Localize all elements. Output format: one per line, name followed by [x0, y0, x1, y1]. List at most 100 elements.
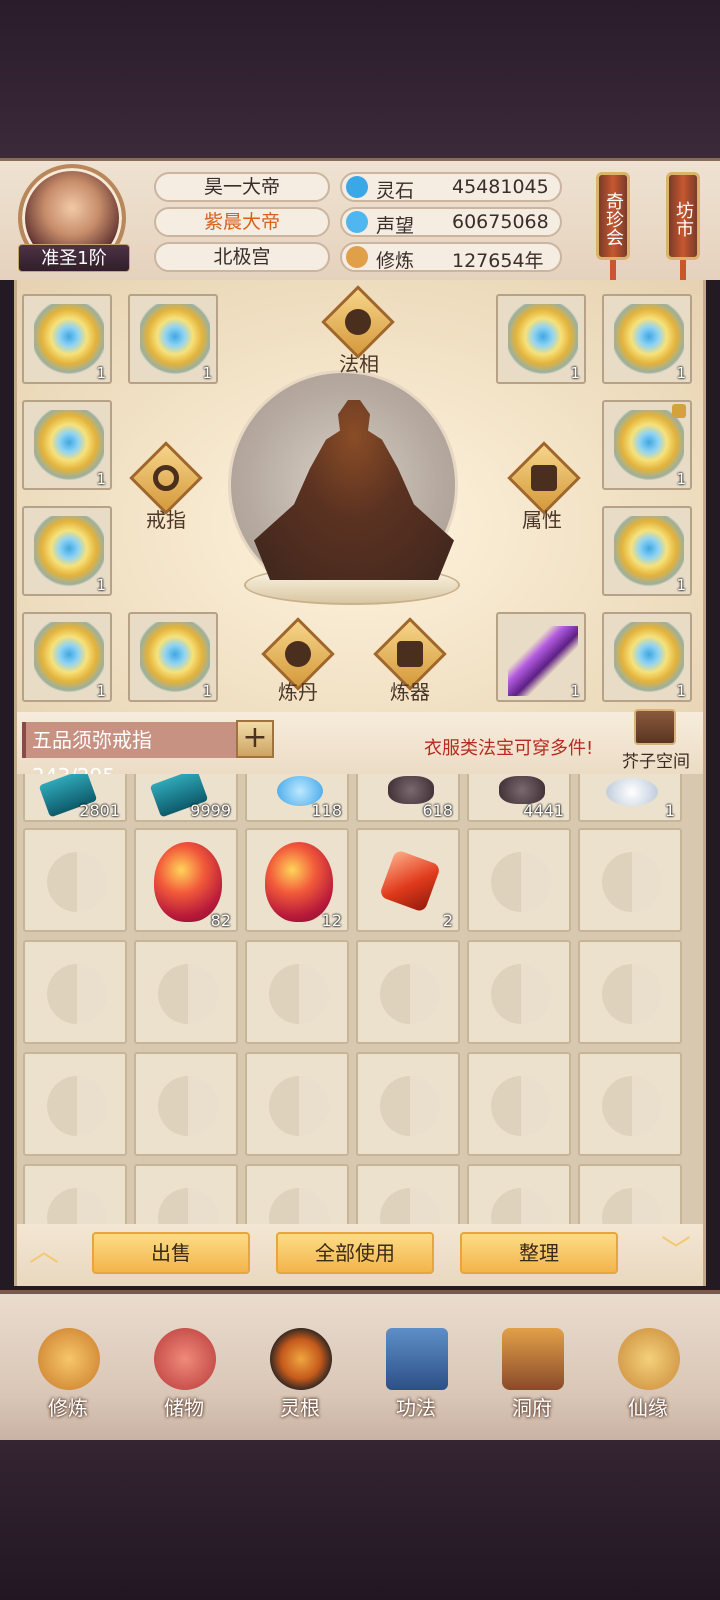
gourd-icon: [618, 1328, 680, 1390]
armor-icon: [140, 304, 210, 376]
inventory-cell-empty[interactable]: [467, 828, 571, 932]
yin-yang-icon: [47, 964, 107, 1024]
inventory-cell-empty[interactable]: [356, 940, 460, 1044]
inventory-cell-empty[interactable]: [356, 1052, 460, 1156]
chevron-up-icon[interactable]: ︿: [22, 1237, 66, 1267]
inventory-cell-empty[interactable]: [245, 1164, 349, 1224]
pouch-icon: [154, 1328, 216, 1390]
nav-storage[interactable]: 储物: [134, 1320, 234, 1430]
inventory-grid: 2801 9999 118 618 4441 1 82 12 2: [14, 774, 706, 1224]
inventory-cell-empty[interactable]: [578, 828, 682, 932]
equip-slot[interactable]: 1: [22, 612, 112, 702]
nav-destiny[interactable]: 仙缘: [598, 1320, 698, 1430]
treasure-fair-button[interactable]: 奇珍会: [596, 172, 630, 260]
ore-icon: [388, 776, 434, 804]
sort-button[interactable]: 整理: [460, 1232, 618, 1274]
inventory-cell-empty[interactable]: [356, 1164, 460, 1224]
equip-slot[interactable]: 1: [22, 294, 112, 384]
inventory-cell[interactable]: 4441: [467, 774, 571, 822]
nav-spirit-root[interactable]: 灵根: [250, 1320, 350, 1430]
lock-icon: [672, 404, 686, 418]
inventory-cell-empty[interactable]: [245, 940, 349, 1044]
equip-slot[interactable]: 1: [128, 612, 218, 702]
equip-slot[interactable]: 1: [602, 506, 692, 596]
equip-slot-weapon[interactable]: 1: [496, 612, 586, 702]
inventory-cell[interactable]: 2801: [23, 774, 127, 822]
yin-yang-icon: [491, 1076, 551, 1136]
inventory-cell-empty[interactable]: [578, 1052, 682, 1156]
equip-slot[interactable]: 1: [22, 400, 112, 490]
inventory-cell-empty[interactable]: [467, 1052, 571, 1156]
yin-yang-icon: [602, 1188, 662, 1224]
phoenix-egg-icon: [154, 842, 222, 922]
nav-cultivation[interactable]: 修炼: [18, 1320, 118, 1430]
chest-icon: [634, 709, 676, 745]
yin-yang-icon: [491, 1188, 551, 1224]
name-row-3[interactable]: 北极宫: [154, 242, 330, 272]
mustard-space-button[interactable]: 芥子空间: [620, 705, 692, 772]
sell-button[interactable]: 出售: [92, 1232, 250, 1274]
inventory-cell-empty[interactable]: [23, 1164, 127, 1224]
armor-icon: [34, 516, 104, 588]
equip-slot[interactable]: 1: [602, 612, 692, 702]
yin-yang-icon: [380, 964, 440, 1024]
name-row-2[interactable]: 紫晨大帝: [154, 207, 330, 237]
inventory-cell-empty[interactable]: [134, 1052, 238, 1156]
nav-techniques[interactable]: 功法: [366, 1320, 466, 1430]
inventory-cell[interactable]: 12: [245, 828, 349, 932]
inventory-cell-empty[interactable]: [245, 1052, 349, 1156]
yin-yang-icon: [491, 852, 551, 912]
yin-yang-icon: [602, 964, 662, 1024]
armor-icon: [614, 622, 684, 694]
alchemy-label: 炼丹: [278, 680, 318, 704]
inventory-cell-empty[interactable]: [23, 940, 127, 1044]
inventory-cell-empty[interactable]: [578, 1164, 682, 1224]
use-all-button[interactable]: 全部使用: [276, 1232, 434, 1274]
nav-cave-mansion[interactable]: 洞府: [482, 1320, 582, 1430]
phoenix-egg-icon: [265, 842, 333, 922]
name-row-1[interactable]: 昊一大帝: [154, 172, 330, 202]
expand-ring-button[interactable]: +: [236, 720, 274, 758]
clothing-hint: 衣服类法宝可穿多件!: [424, 738, 594, 759]
inventory-cell[interactable]: 2: [356, 828, 460, 932]
armor-icon: [614, 516, 684, 588]
stat-spirit-stone: 灵石 45481045: [340, 172, 562, 202]
spirit-root-icon: [270, 1328, 332, 1390]
equip-slot[interactable]: 1: [496, 294, 586, 384]
armor-icon: [614, 304, 684, 376]
inventory-cell[interactable]: 9999: [134, 774, 238, 822]
equip-slot[interactable]: 1: [22, 506, 112, 596]
palace-icon: [502, 1328, 564, 1390]
ring-label: 戒指: [146, 508, 186, 532]
inventory-cell[interactable]: 618: [356, 774, 460, 822]
inventory-cell-empty[interactable]: [23, 828, 127, 932]
inventory-cell[interactable]: 82: [134, 828, 238, 932]
inventory-cell-empty[interactable]: [578, 940, 682, 1044]
rank-badge: 准圣1阶: [18, 244, 130, 272]
spirit-stone-icon: [346, 176, 368, 198]
equip-slot[interactable]: 1: [602, 294, 692, 384]
inventory-cell[interactable]: 118: [245, 774, 349, 822]
bottom-decoration: [0, 1440, 720, 1600]
anvil-icon: [397, 641, 423, 667]
inventory-cell-empty[interactable]: [467, 1164, 571, 1224]
yin-yang-icon: [269, 964, 329, 1024]
equip-slot-locked[interactable]: 1: [602, 400, 692, 490]
chevron-down-icon[interactable]: ﹀: [654, 1237, 698, 1267]
armor-icon: [34, 622, 104, 694]
inventory-cell-empty[interactable]: [23, 1052, 127, 1156]
equip-slot[interactable]: 1: [128, 294, 218, 384]
yin-yang-icon: [158, 1188, 218, 1224]
monk-icon: [38, 1328, 100, 1390]
inventory-cell-empty[interactable]: [134, 940, 238, 1044]
inventory-cell[interactable]: 1: [578, 774, 682, 822]
market-button[interactable]: 坊市: [666, 172, 700, 260]
cauldron-icon: [285, 641, 311, 667]
inventory-cell-empty[interactable]: [134, 1164, 238, 1224]
red-crystal-icon: [378, 849, 442, 913]
yin-yang-icon: [269, 1188, 329, 1224]
inventory-cell-empty[interactable]: [467, 940, 571, 1044]
top-decoration: [0, 0, 720, 160]
yin-yang-icon: [158, 964, 218, 1024]
attributes-label: 属性: [522, 508, 562, 532]
